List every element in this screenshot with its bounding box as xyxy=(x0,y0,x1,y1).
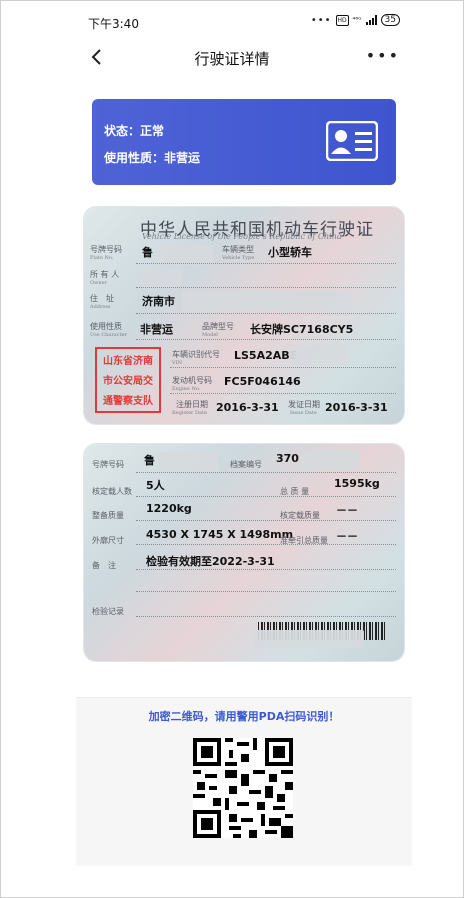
redacted-back-plate xyxy=(158,452,218,472)
inspection-record-label: 检验记录 xyxy=(92,607,124,616)
issue-date-value: 2016-3-31 xyxy=(325,401,388,414)
redacted-barcode-text xyxy=(254,630,364,648)
redacted-plate xyxy=(156,245,214,265)
status-text: 状态：正常 xyxy=(104,124,165,138)
use-value: 非营运 xyxy=(140,323,173,336)
vin-label: 车辆识别代号 xyxy=(172,350,220,359)
signal-icon xyxy=(365,15,377,25)
redacted-vin xyxy=(290,345,348,365)
redacted-address xyxy=(182,291,352,311)
model-value: 长安牌SC7168CY5 xyxy=(250,323,354,336)
passengers-value: 5人 xyxy=(146,479,165,492)
vehicle-type-label-en: Vehicle Type xyxy=(222,255,255,261)
network-type: ⁴⁶ᴳ xyxy=(352,16,362,24)
issue-date-label-en: Issue Date xyxy=(290,410,317,416)
redacted-file-number xyxy=(300,450,360,470)
use-label: 使用性质 xyxy=(90,322,122,331)
back-plate-label: 号牌号码 xyxy=(92,460,124,469)
curb-mass-label: 整备质量 xyxy=(92,511,124,520)
vin-value: LS5A2ABE xyxy=(234,349,298,362)
remark-value: 检验有效期至2022-3-31 xyxy=(146,555,275,568)
engine-label-en: Engine No. xyxy=(172,386,201,392)
dimension-value: 4530 X 1745 X 1498mm xyxy=(146,528,294,541)
license-back-image: 号牌号码 鲁 档案编号 370 核定载人数 5人 总 质 量 1595kg 整备… xyxy=(84,444,404,661)
file-number-label: 档案编号 xyxy=(230,460,262,469)
vin-label-en: VIN xyxy=(172,360,182,366)
back-plate-value: 鲁 xyxy=(144,454,155,467)
id-card-icon xyxy=(326,121,378,161)
remark-label: 备 注 xyxy=(92,561,116,570)
use-label-en: Use Character xyxy=(90,332,127,338)
nav-bar: 行驶证详情 ••• xyxy=(0,40,464,76)
engine-value: FC5F046146 xyxy=(224,375,301,388)
rated-load-value: －－ xyxy=(336,504,358,517)
register-date-label-en: Register Date xyxy=(172,410,207,416)
status-card: 状态：正常 使用性质：非营运 xyxy=(92,99,396,185)
redacted-owner xyxy=(142,269,182,287)
total-mass-value: 1595kg xyxy=(334,477,380,490)
license-title-en: Vehicle License of the People's Republic… xyxy=(142,232,342,241)
hd-icon: HD xyxy=(335,14,349,26)
model-label-en: Model xyxy=(202,332,218,338)
more-dots-icon: ••• xyxy=(310,14,332,26)
tow-mass-value: －－ xyxy=(336,530,358,543)
engine-label: 发动机号码 xyxy=(172,376,212,385)
qr-section: 加密二维码，请用警用PDA扫码识别！ xyxy=(76,697,412,866)
plate-label: 号牌号码 xyxy=(90,245,122,254)
curb-mass-value: 1220kg xyxy=(146,502,192,515)
license-front-image: 中华人民共和国机动车行驶证 Vehicle License of the Peo… xyxy=(84,207,404,424)
qr-instruction: 加密二维码，请用警用PDA扫码识别！ xyxy=(148,710,340,723)
usage-text: 使用性质：非营运 xyxy=(104,151,201,165)
owner-label: 所 有 人 xyxy=(90,270,120,279)
plate-label-en: Plate No. xyxy=(90,255,114,261)
register-date-label: 注册日期 xyxy=(176,400,208,409)
file-number-value: 370 xyxy=(276,452,299,465)
issue-date-label: 发证日期 xyxy=(288,400,320,409)
address-value: 济南市 xyxy=(142,295,175,308)
address-label: 住 址 xyxy=(90,294,114,303)
register-date-value: 2016-3-31 xyxy=(216,401,279,414)
vehicle-type-value: 小型轿车 xyxy=(268,246,312,259)
status-bar: 下午3:40 ••• HD ⁴⁶ᴳ 35 xyxy=(0,0,464,44)
vehicle-type-label: 车辆类型 xyxy=(222,245,254,254)
plate-value: 鲁 xyxy=(142,246,153,259)
status-time: 下午3:40 xyxy=(88,17,139,31)
qr-code xyxy=(193,738,293,838)
status-icons: ••• HD ⁴⁶ᴳ 35 xyxy=(311,14,400,26)
more-menu-icon[interactable]: ••• xyxy=(366,46,400,65)
address-label-en: Address xyxy=(90,304,111,310)
passengers-label: 核定载人数 xyxy=(92,487,132,496)
owner-label-en: Owner xyxy=(90,280,107,286)
police-seal: 山东省济南 市公安局交 通警察支队 xyxy=(95,347,161,413)
model-label: 品牌型号 xyxy=(202,322,234,331)
dimension-label: 外廓尺寸 xyxy=(92,536,124,545)
battery-icon: 35 xyxy=(380,14,400,26)
